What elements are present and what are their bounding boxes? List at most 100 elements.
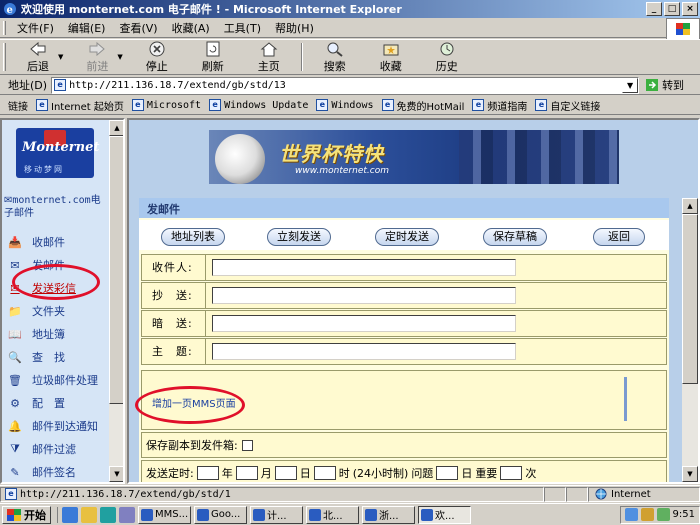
media-launch-icon[interactable] — [119, 506, 135, 523]
address-input[interactable]: e http://211.136.18.7/extend/gb/std/13 ▼ — [51, 76, 640, 94]
scroll-thumb[interactable] — [682, 214, 698, 384]
annotation-circle — [135, 386, 245, 424]
menu-file[interactable]: 文件(F) — [10, 20, 61, 36]
sidebar-item-arrival-notice[interactable]: 🔔 邮件到达通知 — [6, 418, 110, 434]
action-buttons: 地址列表 立刻发送 定时发送 保存草稿 返回 — [139, 220, 669, 250]
link-item[interactable]: e 免费的HotMail — [378, 98, 469, 113]
sidebar-item-inbox[interactable]: 📥 收邮件 — [6, 234, 110, 250]
scroll-down-button[interactable]: ▼ — [682, 466, 698, 482]
scheduled-time-label: 发送定时: — [146, 467, 194, 480]
scroll-down-button[interactable]: ▼ — [109, 466, 123, 482]
volume-icon[interactable] — [640, 508, 654, 521]
search-button[interactable]: 搜索 — [307, 40, 363, 74]
scroll-thumb[interactable] — [109, 136, 123, 404]
outlook-launch-icon[interactable] — [81, 506, 97, 523]
network-icon[interactable] — [624, 508, 638, 521]
subject-label: 主 题: — [142, 339, 206, 364]
address-bar: 地址(D) e http://211.136.18.7/extend/gb/st… — [0, 76, 700, 95]
banner-url: www.monternet.com — [295, 166, 389, 176]
address-label: 地址(D) — [8, 79, 48, 92]
taskbar-task-active[interactable]: 欢... — [418, 505, 471, 524]
subject-input[interactable] — [212, 343, 516, 360]
favorites-folder-icon — [383, 44, 399, 55]
save-copy-row: 保存副本到发件箱: — [141, 432, 667, 458]
ie-launch-icon[interactable] — [62, 506, 78, 523]
year-input[interactable] — [196, 466, 219, 480]
signature-icon: ✎ — [10, 465, 20, 479]
refresh-button[interactable]: 刷新 — [185, 40, 241, 74]
to-input[interactable] — [212, 259, 516, 276]
sidebar-item-settings[interactable]: ⚙ 配 置 — [6, 395, 110, 411]
desktop-launch-icon[interactable] — [100, 506, 116, 523]
history-button[interactable]: 历史 — [419, 40, 475, 74]
link-item[interactable]: e Internet 起始页 — [32, 98, 128, 113]
antivirus-icon[interactable] — [656, 508, 670, 521]
globe-icon — [595, 488, 607, 500]
cc-label: 抄 送: — [142, 283, 206, 308]
link-item[interactable]: e 自定义链接 — [531, 98, 604, 113]
maximize-button[interactable]: □ — [664, 2, 680, 16]
menu-favorites[interactable]: 收藏(A) — [165, 20, 217, 36]
sidebar-item-filter[interactable]: ⧩ 邮件过滤 — [6, 441, 110, 457]
soccer-ball-icon — [215, 134, 265, 184]
minimize-button[interactable]: _ — [646, 2, 662, 16]
send-now-button[interactable]: 立刻发送 — [267, 228, 331, 246]
scheduled-time-row: 发送定时: 年 月 日 时 (24小时制) 问题日 重要次 — [141, 460, 667, 482]
ie-icon: e — [4, 3, 16, 16]
subject-row: 主 题: — [141, 338, 667, 365]
link-item[interactable]: e Windows — [312, 99, 377, 111]
taskbar-task[interactable]: Goo... — [194, 505, 247, 524]
address-dropdown[interactable]: ▼ — [622, 77, 639, 93]
month-input[interactable] — [235, 466, 258, 480]
mms-divider — [624, 377, 627, 421]
scroll-up-button[interactable]: ▲ — [109, 120, 123, 136]
back-dropdown[interactable]: ▼ — [58, 53, 63, 61]
taskbar-task[interactable]: MMS... — [138, 505, 191, 524]
window-title: 欢迎使用 monternet.com 电子邮件 ! - Microsoft In… — [21, 3, 402, 16]
link-item[interactable]: e Windows Update — [205, 99, 312, 111]
worldcup-banner[interactable]: 世界杯特快 www.monternet.com — [209, 130, 619, 184]
cc-input[interactable] — [212, 287, 516, 304]
link-item[interactable]: e 频道指南 — [468, 98, 531, 113]
sidebar-item-signature[interactable]: ✎ 邮件签名 — [6, 464, 110, 480]
link-item[interactable]: e Microsoft — [128, 99, 205, 111]
taskbar-task[interactable]: 浙... — [362, 505, 415, 524]
stop-button[interactable]: 停止 — [129, 40, 185, 74]
bcc-row: 暗 送: — [141, 310, 667, 337]
sidebar-item-search[interactable]: 🔍 查 找 — [6, 349, 110, 365]
clock[interactable]: 9:51 — [673, 509, 695, 520]
save-draft-button[interactable]: 保存草稿 — [483, 228, 547, 246]
menu-help[interactable]: 帮助(H) — [268, 20, 321, 36]
save-copy-checkbox[interactable] — [241, 439, 253, 451]
address-list-button[interactable]: 地址列表 — [161, 228, 225, 246]
menu-edit[interactable]: 编辑(E) — [61, 20, 113, 36]
day-input[interactable] — [274, 466, 297, 480]
repeat-input[interactable] — [500, 466, 523, 480]
section-title: 发邮件 — [139, 198, 669, 218]
start-button[interactable]: 开始 — [2, 505, 51, 524]
compose-panel: 发邮件 地址列表 立刻发送 定时发送 保存草稿 返回 收件人: 抄 送: 暗 送… — [139, 198, 669, 482]
scroll-up-button[interactable]: ▲ — [682, 198, 698, 214]
close-button[interactable]: × — [682, 2, 698, 16]
menu-tools[interactable]: 工具(T) — [217, 20, 268, 36]
sidebar-item-folders[interactable]: 📁 文件夹 — [6, 303, 110, 319]
nav-scrollbar[interactable]: ▲ ▼ — [109, 120, 123, 482]
return-button[interactable]: 返回 — [593, 228, 645, 246]
forward-dropdown[interactable]: ▼ — [117, 53, 122, 61]
sidebar-item-address-book[interactable]: 📖 地址簿 — [6, 326, 110, 342]
taskbar-task[interactable]: 计... — [250, 505, 303, 524]
hour-input[interactable] — [313, 466, 336, 480]
favorites-button[interactable]: 收藏 — [363, 40, 419, 74]
content-scrollbar[interactable]: ▲ ▼ — [682, 198, 698, 482]
page-icon: e — [5, 488, 17, 500]
status-bar: e http://211.136.18.7/extend/gb/std/1 In… — [0, 485, 700, 502]
scheduled-send-button[interactable]: 定时发送 — [375, 228, 439, 246]
sidebar-item-spam[interactable]: 🗑 垃圾邮件处理 — [6, 372, 110, 388]
menu-view[interactable]: 查看(V) — [112, 20, 164, 36]
go-button[interactable]: 转到 — [645, 77, 684, 93]
interval-input[interactable] — [436, 466, 459, 480]
taskbar-task[interactable]: 北... — [306, 505, 359, 524]
bcc-input[interactable] — [212, 315, 516, 332]
home-button[interactable]: 主页 — [241, 40, 297, 74]
menu-grip[interactable] — [3, 20, 6, 35]
